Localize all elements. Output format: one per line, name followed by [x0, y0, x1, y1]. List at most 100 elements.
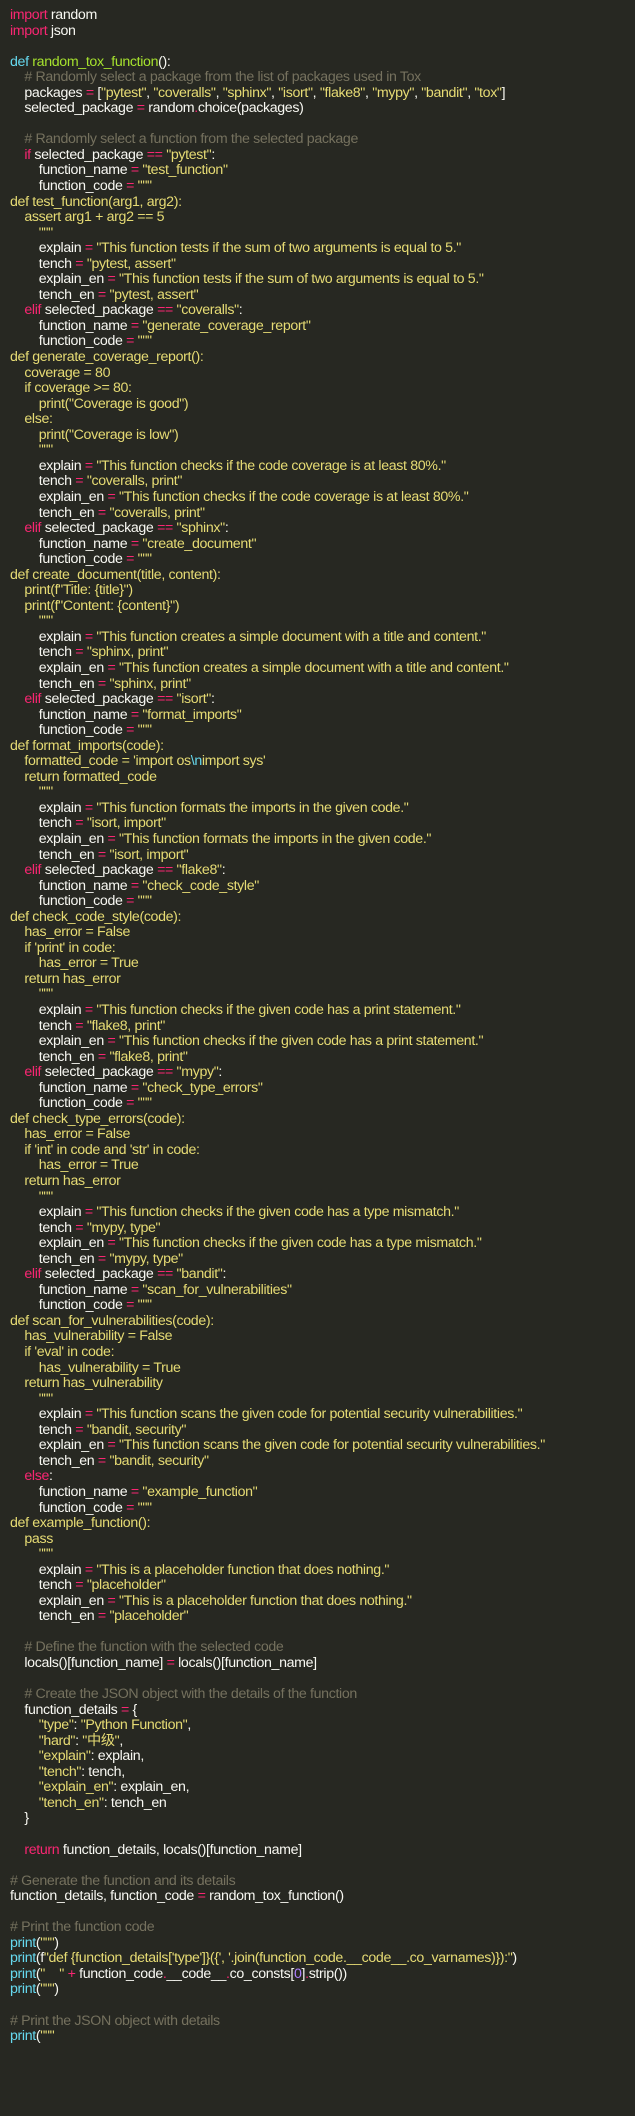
- code-editor[interactable]: import random import json def random_tox_f…: [0, 0, 635, 2116]
- code-token: """: [10, 784, 53, 801]
- code-line: import json: [10, 22, 635, 40]
- code-token: choice(packages): [197, 100, 304, 117]
- code-token: =: [84, 1002, 93, 1018]
- code-line: explain = "This function tests if the su…: [10, 240, 635, 257]
- code-token: ): [54, 1981, 59, 1998]
- code-token: json: [47, 22, 76, 39]
- code-token: print: [10, 1965, 36, 1982]
- code-token: """: [10, 442, 53, 459]
- code-token: """: [10, 1546, 53, 1563]
- code-token: return formatted_code: [10, 768, 157, 785]
- code-token: =: [130, 1281, 139, 1298]
- code-token: "placeholder": [109, 1608, 189, 1625]
- code-token: (f: [35, 1950, 44, 1967]
- code-token: =: [130, 706, 139, 723]
- code-token: explain_en: [10, 1592, 108, 1609]
- code-token: "generate_coverage_report": [142, 317, 311, 334]
- code-token: ,: [187, 1717, 191, 1734]
- code-token: =: [130, 1079, 139, 1096]
- code-token: =: [126, 722, 135, 739]
- code-token: """: [137, 333, 152, 350]
- code-token: coverage = 80: [10, 364, 111, 381]
- code-line: # Print the JSON object with details: [10, 2013, 635, 2030]
- code-token: has_vulnerability = True: [10, 1359, 181, 1376]
- code-token: =: [84, 240, 93, 257]
- code-token: function_details, locals()[function_name…: [59, 1841, 302, 1858]
- code-token: "explain": [10, 1748, 91, 1765]
- code-line: function_code = """: [10, 551, 635, 568]
- code-token: if coverage >= 80:: [10, 380, 132, 397]
- code-token: "hard": [10, 1732, 76, 1749]
- code-token: " ": [40, 1965, 64, 1982]
- code-token: function_name: [10, 162, 131, 179]
- code-line: elif selected_package == "sphinx":: [10, 520, 635, 537]
- code-line: function_name = "check_code_style": [10, 878, 635, 895]
- code-token: assert arg1 + arg2 == 5: [10, 209, 165, 226]
- code-token: "Python Function": [80, 1717, 188, 1734]
- code-line: # Randomly select a function from the se…: [10, 132, 635, 148]
- code-line: function_name = "test_function": [10, 163, 635, 179]
- code-line: if 'print' in code:: [10, 940, 635, 957]
- code-token: "This function checks if the code covera…: [96, 457, 446, 474]
- code-line: return has_vulnerability: [10, 1375, 635, 1392]
- code-token: "check_type_errors": [142, 1079, 263, 1096]
- code-token: =: [197, 1888, 206, 1905]
- code-line: explain = "This is a placeholder functio…: [10, 1561, 635, 1579]
- code-token: tench_en: [10, 504, 98, 521]
- code-line: tench = "mypy, type": [10, 1220, 635, 1237]
- code-line: """: [10, 785, 635, 801]
- code-line: else:: [10, 1469, 635, 1485]
- code-token: "sphinx": [222, 84, 272, 101]
- code-token: "type": [10, 1717, 74, 1734]
- code-token: """: [137, 1297, 152, 1314]
- code-line: explain = "This function checks if the g…: [10, 1002, 635, 1019]
- code-line: function_name = "create_document": [10, 535, 635, 553]
- code-token: function_code: [10, 893, 127, 910]
- code-line: def check_code_style(code):: [10, 909, 635, 926]
- code-token: =: [97, 504, 106, 521]
- code-token: =: [126, 551, 135, 568]
- code-token: "tench": [10, 1763, 82, 1780]
- code-line: has_error = True: [10, 956, 635, 972]
- code-token: ==: [157, 862, 173, 879]
- code-token: "example_function": [142, 1483, 258, 1500]
- code-token: function_name: [10, 535, 131, 552]
- code-token: ): [512, 1950, 517, 1967]
- code-token: explain: [10, 240, 85, 257]
- code-token: explain: [10, 457, 85, 474]
- code-token: :: [210, 691, 215, 708]
- code-token: tench: [10, 473, 76, 490]
- code-token: # Print the function code: [10, 1919, 155, 1936]
- code-line: explain_en = "This function checks if th…: [10, 489, 635, 506]
- code-token: =: [126, 178, 135, 195]
- code-line: print("""): [10, 1935, 635, 1952]
- code-token: # Create the JSON object with the detail…: [10, 1686, 357, 1703]
- code-token: # Randomly select a package from the lis…: [10, 69, 421, 86]
- code-line: }: [10, 1811, 635, 1827]
- code-token: 0: [293, 1965, 302, 1982]
- code-token: print(f"Content: {content}"): [10, 597, 180, 614]
- code-token: function_code: [10, 1095, 127, 1112]
- code-token: explain: [10, 1406, 85, 1423]
- code-line: "tench_en": tench_en: [10, 1795, 635, 1812]
- code-token: =: [97, 1608, 106, 1625]
- code-token: "coveralls, print": [86, 473, 183, 490]
- code-token: random_tox_function(): [205, 1888, 344, 1905]
- code-token: =: [84, 1561, 93, 1578]
- code-token: """: [10, 986, 53, 1003]
- code-token: "tox": [474, 84, 502, 101]
- code-line: explain_en = "This function checks if th…: [10, 1235, 635, 1252]
- code-token: "sphinx": [176, 520, 226, 537]
- code-token: packages: [10, 84, 86, 101]
- code-token: [: [93, 84, 102, 101]
- code-token: tench: [10, 644, 76, 661]
- code-token: function_code: [10, 1297, 127, 1314]
- code-line: has_error = False: [10, 1127, 635, 1143]
- code-token: random_tox_function: [32, 53, 159, 70]
- code-token: "This function checks if the given code …: [119, 1235, 482, 1252]
- code-token: "pytest, assert": [109, 286, 199, 303]
- code-token: explain: [10, 628, 85, 645]
- code-token: explain: [10, 1561, 85, 1578]
- code-token: =: [130, 317, 139, 334]
- code-token: elif: [10, 1266, 42, 1283]
